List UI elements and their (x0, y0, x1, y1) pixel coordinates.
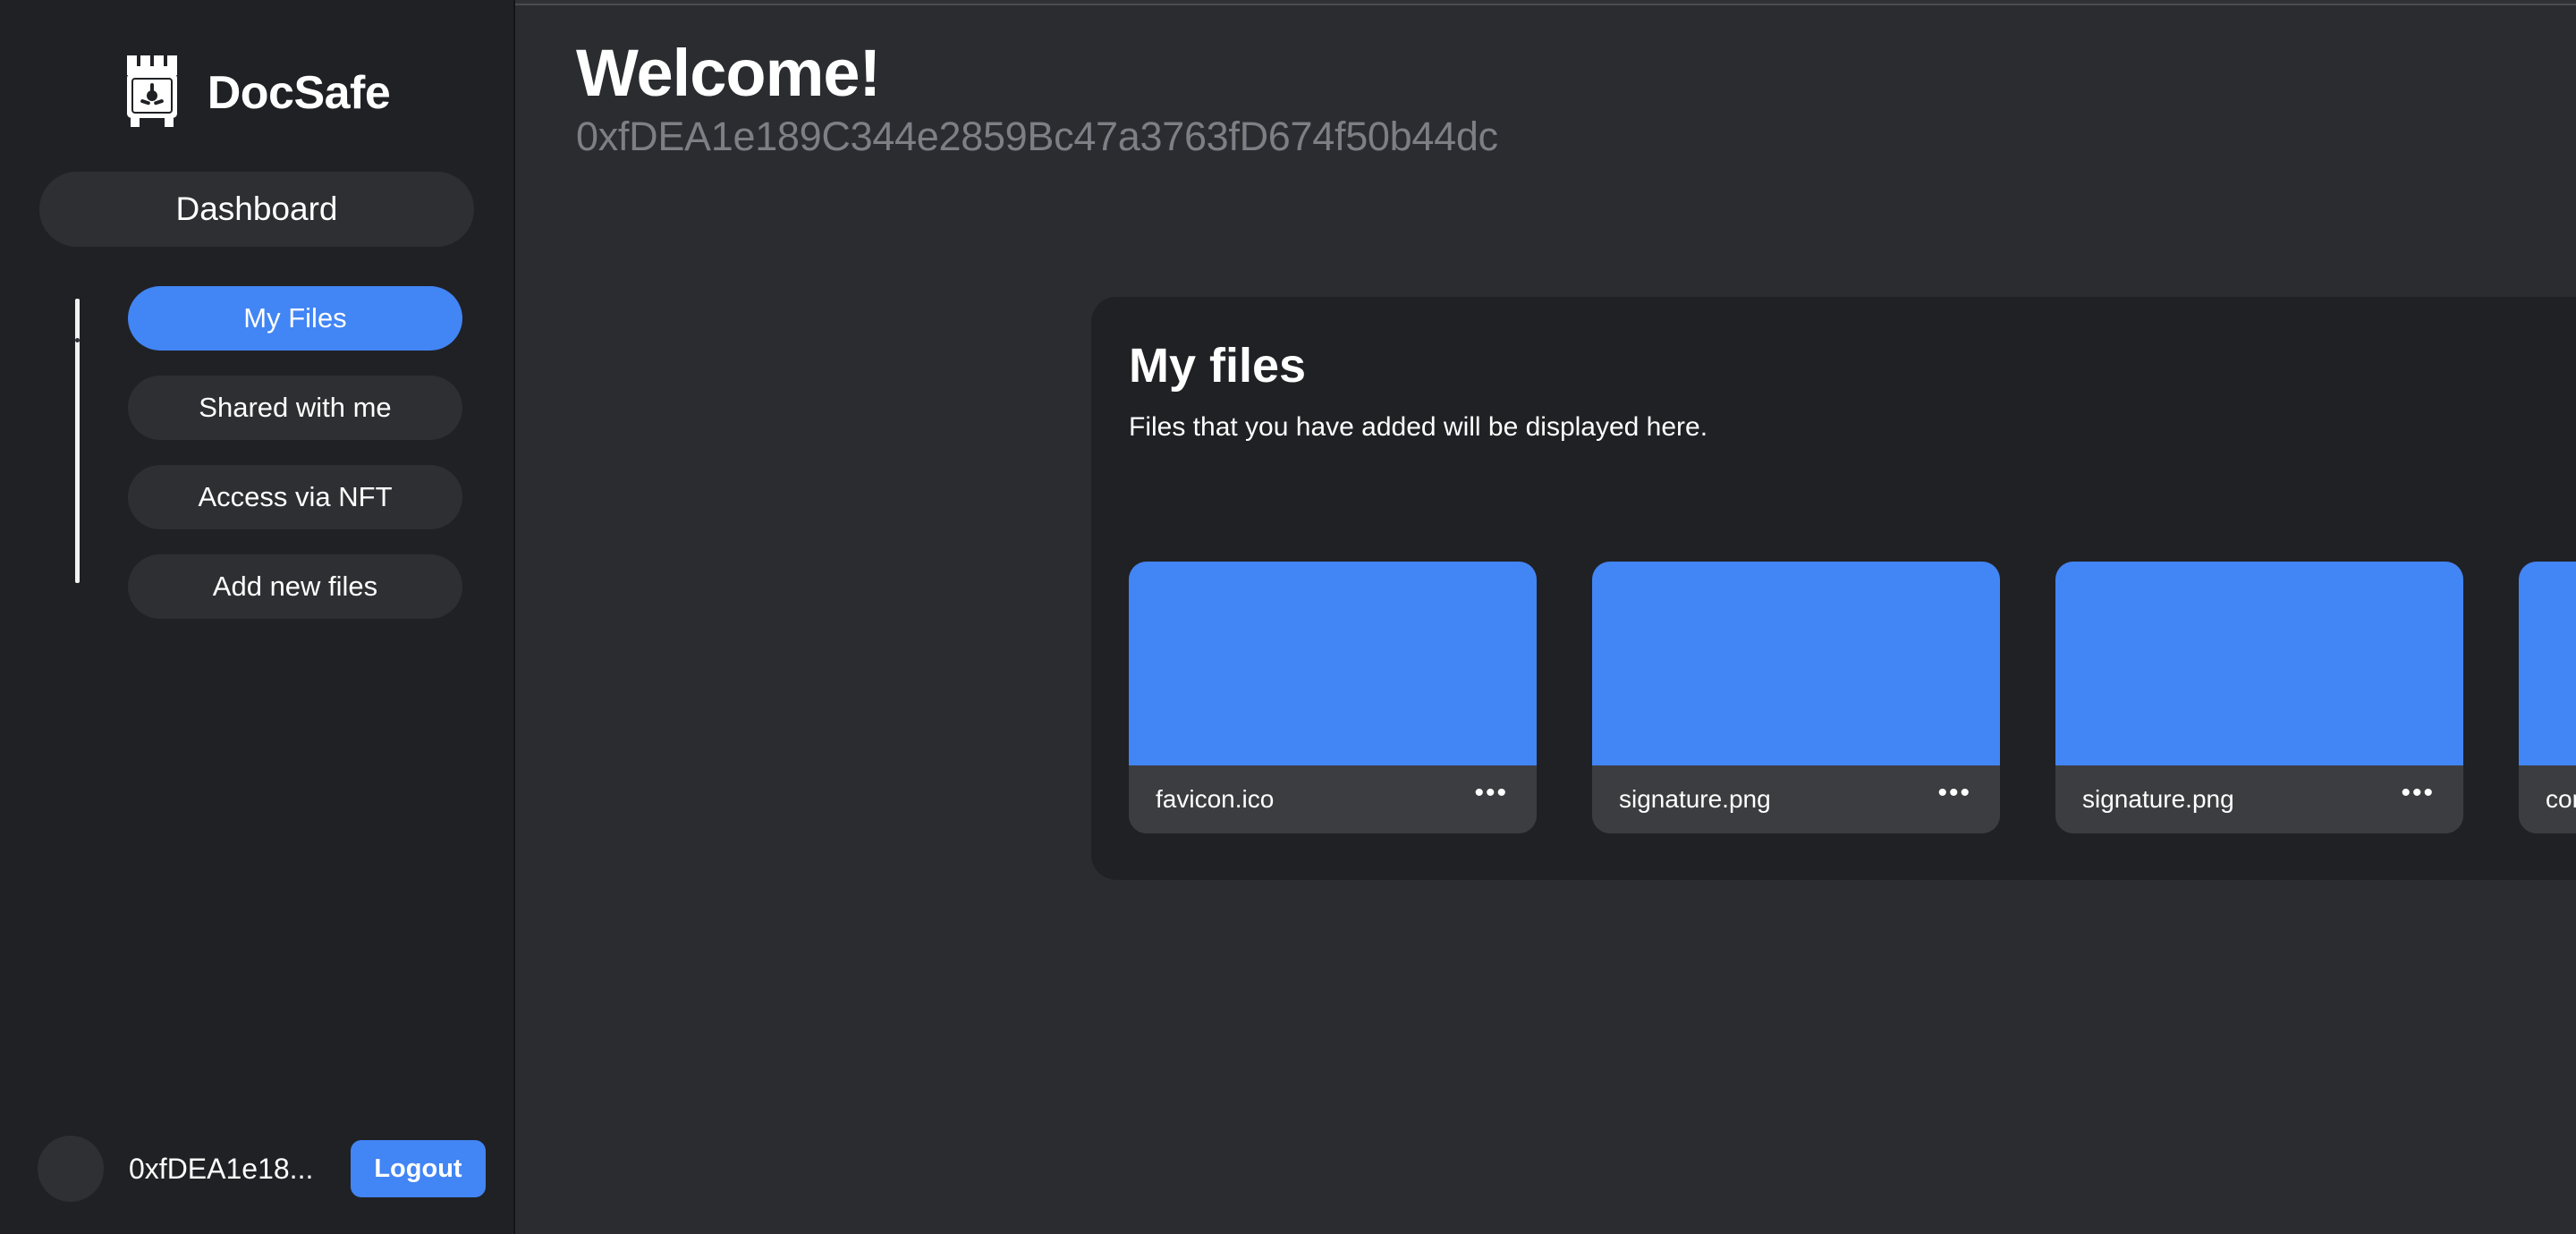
file-options-icon[interactable]: ••• (1928, 780, 1975, 811)
sidebar-item-add-new-files[interactable]: Add new files (128, 554, 462, 619)
file-card-footer: confidential-doc.pdf ••• (2519, 765, 2576, 833)
brand: DocSafe (0, 52, 513, 134)
my-files-subtitle: Files that you have added will be displa… (1129, 412, 1708, 443)
app-root: DocSafe Dashboard My Files Shared with m… (0, 0, 2576, 1234)
main-content: Welcome! 0xfDEA1e189C344e2859Bc47a3763fD… (515, 0, 2576, 1234)
my-files-heading: My files (1129, 339, 1307, 393)
file-name: signature.png (1619, 785, 1771, 813)
file-name: confidential-doc.pdf (2546, 785, 2576, 813)
nav-progress-marker (75, 338, 80, 342)
file-card-footer: favicon.ico ••• (1129, 765, 1537, 833)
sidebar-nav: My Files Shared with me Access via NFT A… (0, 286, 513, 619)
file-card-footer: signature.png ••• (2055, 765, 2463, 833)
file-thumbnail (2519, 562, 2576, 765)
file-thumbnail (2055, 562, 2463, 765)
dashboard-button[interactable]: Dashboard (39, 172, 474, 247)
brand-name: DocSafe (207, 67, 391, 119)
wallet-address: 0xfDEA1e189C344e2859Bc47a3763fD674f50b44… (576, 113, 1498, 159)
sidebar-item-my-files[interactable]: My Files (128, 286, 462, 351)
file-card-footer: signature.png ••• (1592, 765, 2000, 833)
file-card[interactable]: signature.png ••• (1592, 562, 2000, 833)
file-name: signature.png (2082, 785, 2234, 813)
account-address: 0xfDEA1e18... (129, 1152, 314, 1185)
safe-vault-icon (123, 55, 186, 131)
page-title: Welcome! (576, 36, 881, 110)
file-grid: favicon.ico ••• signature.png ••• signat… (1129, 562, 2576, 833)
logout-button[interactable]: Logout (351, 1140, 486, 1197)
file-card[interactable]: favicon.ico ••• (1129, 562, 1537, 833)
file-card[interactable]: confidential-doc.pdf ••• (2519, 562, 2576, 833)
sidebar: DocSafe Dashboard My Files Shared with m… (0, 0, 515, 1234)
file-card[interactable]: signature.png ••• (2055, 562, 2463, 833)
file-name: favicon.ico (1156, 785, 1275, 813)
file-options-icon[interactable]: ••• (2392, 780, 2438, 811)
sidebar-item-shared-with-me[interactable]: Shared with me (128, 376, 462, 440)
my-files-panel: My files Files that you have added will … (1091, 297, 2576, 880)
file-thumbnail (1129, 562, 1537, 765)
sidebar-item-access-via-nft[interactable]: Access via NFT (128, 465, 462, 529)
file-thumbnail (1592, 562, 2000, 765)
avatar[interactable] (38, 1136, 104, 1202)
file-options-icon[interactable]: ••• (1465, 780, 1512, 811)
account-row: 0xfDEA1e18... Logout (0, 1136, 515, 1202)
